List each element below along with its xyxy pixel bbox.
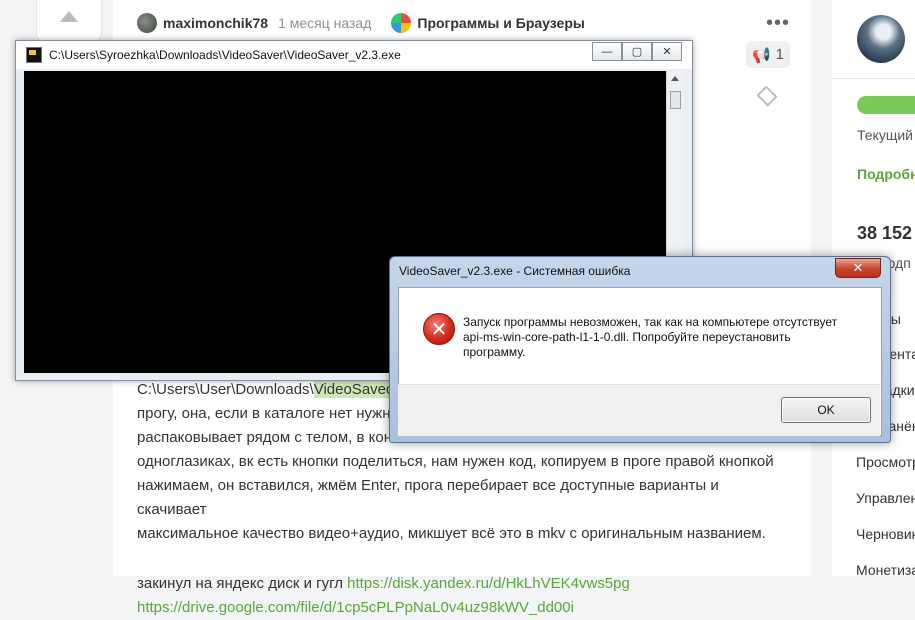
post-text-part: закинул на яндекс диск и гугл xyxy=(137,575,348,592)
badge-count: 1 xyxy=(775,46,785,63)
console-titlebar[interactable]: C:\Users\Syroezhka\Downloads\VideoSaver\… xyxy=(16,41,692,69)
post-line: одноглазиках, вк есть кнопки поделиться,… xyxy=(137,453,774,470)
error-icon: ✕ xyxy=(423,313,455,345)
error-message-line: программу. xyxy=(463,345,526,359)
minimize-button[interactable]: — xyxy=(592,42,622,61)
console-app-icon xyxy=(26,47,42,63)
stats-count: 38 152 xyxy=(857,223,913,243)
error-message-line: api-ms-win-core-path-l1-1-0.dll. Попробу… xyxy=(463,330,791,344)
yandex-link[interactable]: https://disk.yandex.ru/d/HkLhVEK4vws5pg xyxy=(347,575,630,592)
ok-button[interactable]: OK xyxy=(781,397,871,423)
console-close-button[interactable]: ✕ xyxy=(652,42,682,61)
megaphone-icon: 📢 xyxy=(751,46,771,64)
dialog-close-button[interactable]: ✕ xyxy=(835,258,881,278)
error-message: Запуск программы невозможен, так как на … xyxy=(463,315,863,360)
more-options-icon[interactable]: ••• xyxy=(766,12,790,35)
author-avatar[interactable] xyxy=(137,13,157,33)
post-time: 1 месяц назад xyxy=(278,15,372,31)
details-link[interactable]: Подробно xyxy=(857,166,915,182)
google-link[interactable]: https://drive.google.com/file/d/1cp5cPLP… xyxy=(137,599,574,616)
error-message-line: Запуск программы невозможен, так как на … xyxy=(463,315,838,329)
post-text-part: C:\Users\User\Downloads\ xyxy=(137,381,314,398)
post-author[interactable]: maximonchik78 xyxy=(163,15,268,31)
sidebar-divider xyxy=(832,78,915,79)
post-category[interactable]: Программы и Браузеры xyxy=(417,15,584,31)
category-icon xyxy=(391,13,412,33)
highlighted-text: VideoSaved xyxy=(313,381,395,398)
post-meta: maximonchik78 1 месяц назад Программы и … xyxy=(137,12,585,34)
vote-up-icon[interactable] xyxy=(60,11,78,22)
scroll-up-icon[interactable] xyxy=(671,76,679,81)
console-title: C:\Users\Syroezhka\Downloads\VideoSaver\… xyxy=(49,48,401,62)
maximize-button[interactable]: ▢ xyxy=(622,42,652,61)
post-line: https://drive.google.com/file/d/1cp5cPLP… xyxy=(137,596,787,620)
profile-avatar[interactable] xyxy=(857,15,905,63)
scroll-thumb[interactable] xyxy=(670,91,681,109)
sidebar-item-manage[interactable]: Управление xyxy=(856,490,915,506)
announcement-badge[interactable]: 📢 1 xyxy=(746,41,790,68)
post-line: нажимаем, он вставился, жмём Enter, прог… xyxy=(137,477,719,518)
sidebar-item-views[interactable]: Просмотры xyxy=(856,454,915,470)
sidebar-item-drafts[interactable]: Черновики xyxy=(856,526,915,542)
level-progress-bar xyxy=(857,96,915,114)
current-level-label: Текущий xyxy=(857,127,913,143)
error-dialog[interactable]: VideoSaver_v2.3.exe - Системная ошибка ✕… xyxy=(389,256,891,443)
post-line: максимальное качество видео+аудио, микшу… xyxy=(137,525,766,542)
dialog-title: VideoSaver_v2.3.exe - Системная ошибка xyxy=(399,264,631,278)
